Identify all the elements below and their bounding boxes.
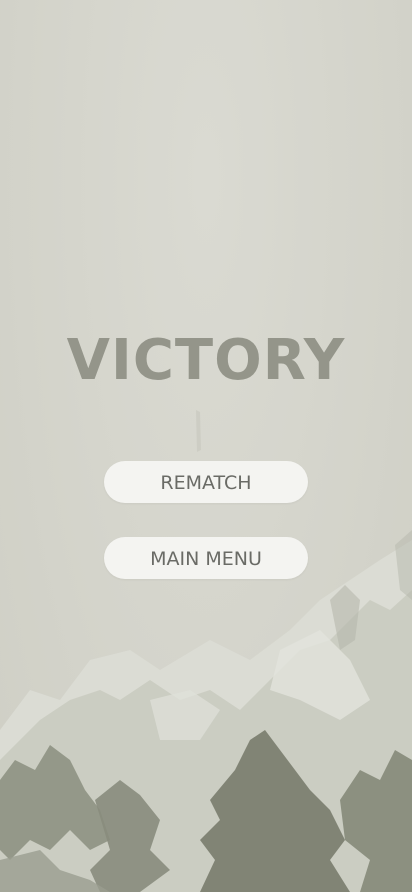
main-menu-button[interactable]: MAIN MENU bbox=[104, 537, 308, 579]
victory-title: VICTORY bbox=[66, 328, 346, 393]
rematch-button[interactable]: REMATCH bbox=[104, 461, 308, 503]
ink-mountains-background bbox=[0, 410, 412, 892]
victory-screen: VICTORY REMATCH MAIN MENU bbox=[0, 0, 412, 892]
